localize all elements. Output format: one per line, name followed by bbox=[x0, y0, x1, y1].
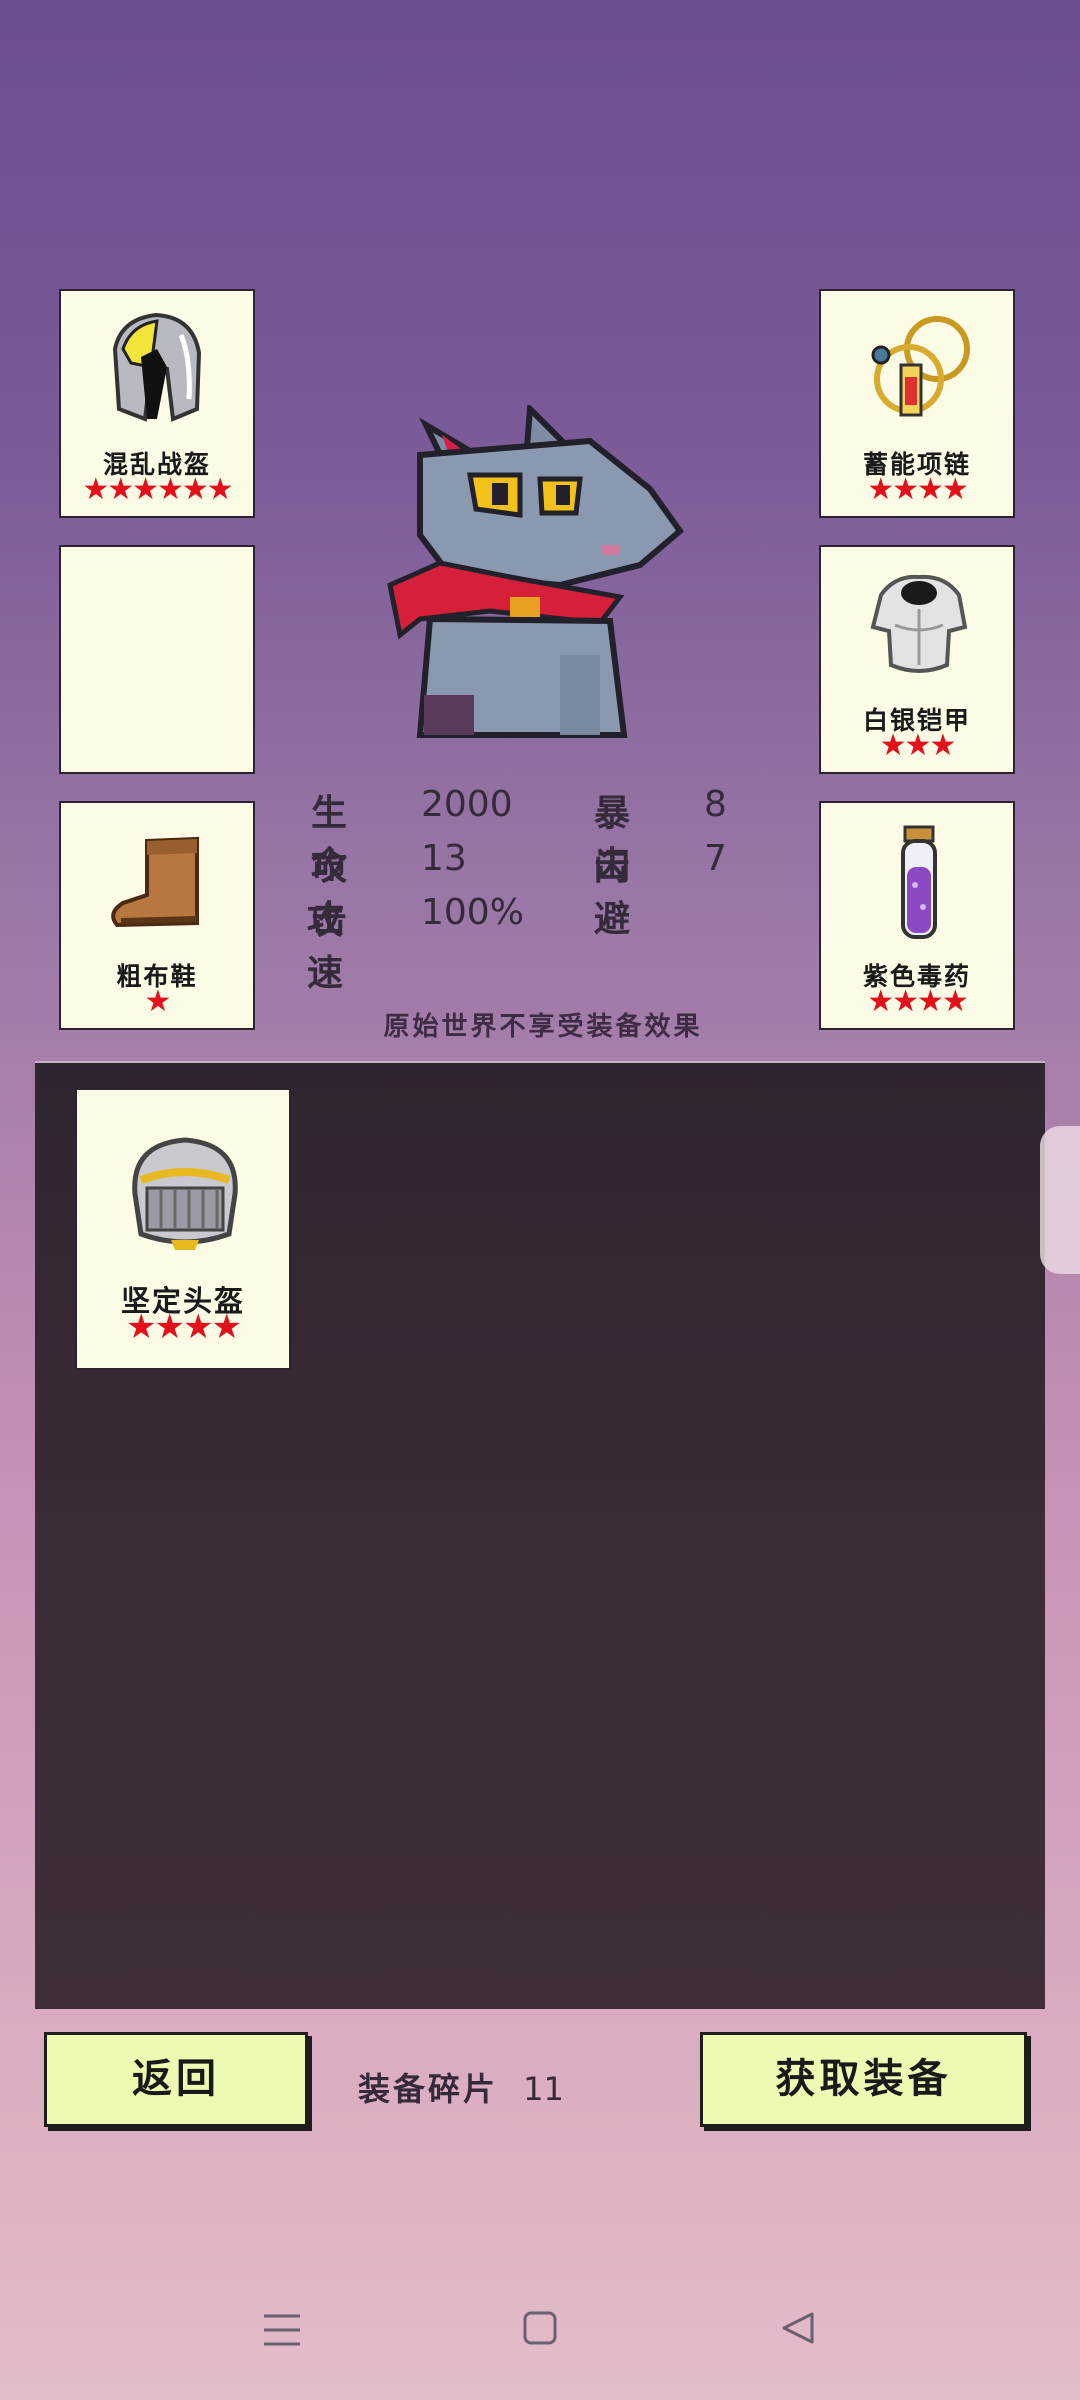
equip-slot-necklace[interactable]: 蓄能项链 ★★★★ bbox=[819, 289, 1015, 518]
equip-slot-armor[interactable]: 白银铠甲 ★★★ bbox=[819, 545, 1015, 774]
equip-slot-potion[interactable]: 紫色毒药 ★★★★ bbox=[819, 801, 1015, 1030]
menu-icon[interactable] bbox=[262, 2310, 302, 2350]
dodge-value: 7 bbox=[704, 838, 727, 879]
get-equipment-button[interactable]: 获取装备 bbox=[700, 2032, 1027, 2127]
dodge-label: 闪避 bbox=[594, 847, 635, 940]
chaos-helmet-icon bbox=[101, 309, 217, 429]
equip-slot-empty[interactable] bbox=[59, 545, 255, 774]
fragments-label: 装备碎片 bbox=[358, 2070, 499, 2108]
wolf-character-sprite bbox=[380, 402, 700, 740]
speed-value: 100% bbox=[421, 892, 524, 933]
equip-slot-head[interactable]: 混乱战盔 ★★★★★★ bbox=[59, 289, 255, 518]
star-rating: ★★★★ bbox=[867, 472, 969, 507]
silver-armor-icon bbox=[861, 565, 977, 685]
equipment-notice: 原始世界不享受装备效果 bbox=[383, 1012, 703, 1042]
cloth-boot-icon bbox=[101, 821, 217, 941]
inventory-panel: 坚定头盔 ★★★★ bbox=[35, 1061, 1045, 2009]
star-rating: ★★★★ bbox=[867, 984, 969, 1019]
back-button[interactable]: 返回 bbox=[44, 2032, 308, 2127]
steadfast-helmet-icon bbox=[121, 1124, 249, 1254]
atk-value: 13 bbox=[421, 838, 467, 879]
energy-necklace-icon bbox=[861, 309, 977, 429]
star-rating: ★ bbox=[144, 984, 172, 1019]
star-rating: ★★★★★★ bbox=[82, 472, 233, 507]
hp-value: 2000 bbox=[421, 784, 513, 825]
star-rating: ★★★★ bbox=[126, 1307, 242, 1347]
purple-poison-icon bbox=[861, 821, 977, 941]
side-drawer-handle[interactable] bbox=[1040, 1126, 1080, 1274]
fragments-counter: 装备碎片 11 bbox=[358, 2064, 564, 2110]
home-icon[interactable] bbox=[522, 2310, 558, 2346]
star-rating: ★★★ bbox=[879, 728, 957, 763]
speed-label: 攻速 bbox=[307, 901, 348, 994]
back-icon[interactable] bbox=[780, 2310, 816, 2346]
equip-slot-feet[interactable]: 粗布鞋 ★ bbox=[59, 801, 255, 1030]
fragments-value: 11 bbox=[523, 2070, 564, 2108]
inventory-item[interactable]: 坚定头盔 ★★★★ bbox=[75, 1088, 291, 1370]
crit-value: 8 bbox=[704, 784, 727, 825]
